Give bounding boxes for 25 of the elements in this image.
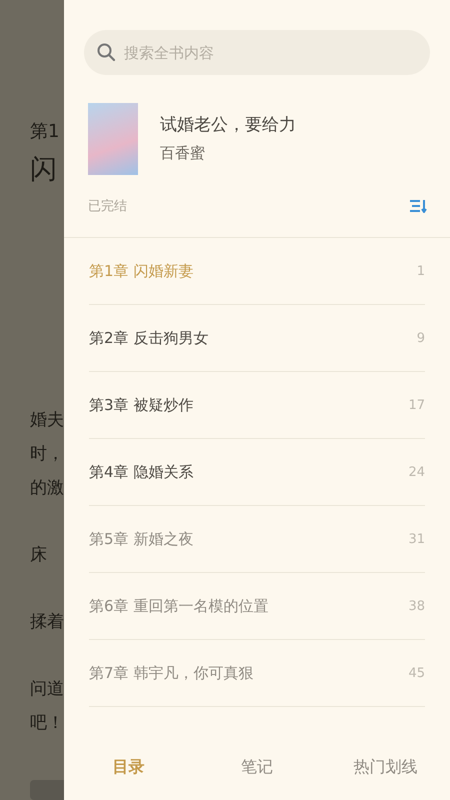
chapter-item[interactable]: 第1章 闪婚新妻 1 [89,238,425,305]
book-cover-placeholder [88,103,138,175]
search-field[interactable]: 搜索全书内容 [84,30,430,75]
sort-icon[interactable] [410,199,428,213]
body-text: 揉着 [30,611,64,634]
chapter-title: 闪 [30,153,57,187]
chapter-item[interactable]: 第4章 隐婚关系 24 [89,439,425,506]
book-status: 已完结 [88,198,127,215]
tab[interactable]: 笔记 [192,734,322,800]
body-text: 婚夫 [30,409,64,432]
chapter-item[interactable]: 第2章 反击狗男女 9 [89,305,425,372]
chapter-item[interactable]: 第6章 重回第一名模的位置 38 [89,573,425,640]
chapter-item[interactable]: 第3章 被疑炒作 17 [89,372,425,439]
body-text: 问道 [30,678,64,701]
chapter-item[interactable]: 第5章 新婚之夜 31 [89,506,425,573]
tab[interactable]: 目录 [64,734,193,800]
book-author: 百香蜜 [160,144,206,163]
body-text: 床 [30,544,47,567]
body-text: 吧！ [30,712,64,735]
body-text: 的激 [30,477,64,500]
tab[interactable]: 热门划线 [321,734,450,800]
body-text: 时， [30,443,64,466]
book-title: 试婚老公，要给力 [160,114,296,136]
chapter-item[interactable]: 第7章 韩宇凡，你可真狠 45 [89,640,425,707]
chapter-number: 第1 [30,120,60,144]
